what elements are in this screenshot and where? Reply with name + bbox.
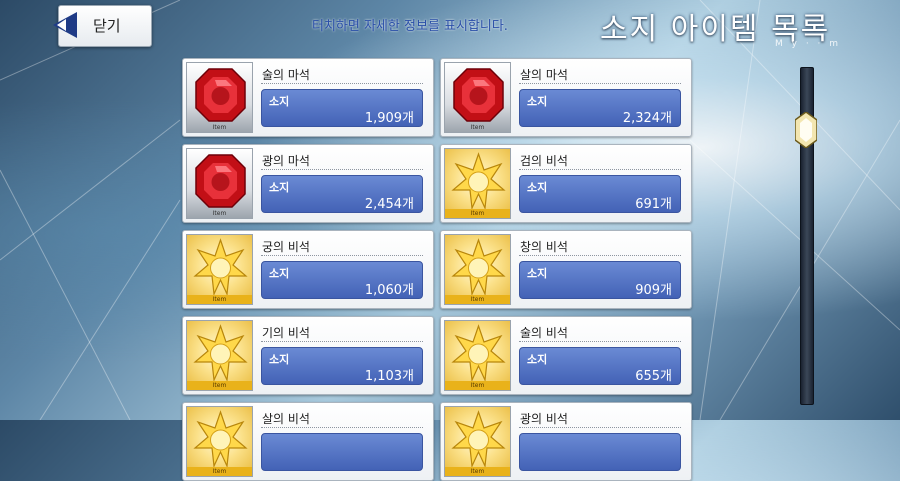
owned-label: 소지 [269, 181, 290, 194]
divider [261, 255, 423, 256]
item-grid: Item 술의 마석소지 1,909개 Item 살의 마석소지 2,324개 Item 광의… [182, 58, 692, 481]
item-card[interactable]: Item 검의 비석소지 691개 [440, 144, 692, 223]
owned-label: 소지 [527, 267, 548, 280]
thumbnail-caption: Item [212, 124, 227, 131]
divider [261, 427, 423, 428]
item-thumbnail: Item [186, 62, 253, 133]
thumbnail-caption: Item [212, 210, 227, 217]
divider [519, 255, 681, 256]
owned-count: 691개 [635, 197, 672, 212]
owned-panel: 소지 655개 [519, 347, 681, 385]
tap-hint: 터치하면 자세한 정보를 표시합니다. [312, 19, 508, 34]
item-thumbnail: Item [186, 234, 253, 305]
item-card[interactable]: Item 술의 비석소지 655개 [440, 316, 692, 395]
item-thumbnail: Item [186, 320, 253, 391]
item-card[interactable]: Item 광의 마석소지 2,454개 [182, 144, 434, 223]
close-button[interactable]: 닫기 [53, 5, 152, 47]
divider [261, 169, 423, 170]
item-thumbnail: Item [186, 148, 253, 219]
thumbnail-caption: Item [445, 209, 510, 218]
owned-count: 1,103개 [364, 369, 414, 384]
item-name: 술의 마석 [262, 68, 310, 82]
item-card[interactable]: Item 광의 비석 [440, 402, 692, 481]
item-card[interactable]: Item 살의 마석소지 2,324개 [440, 58, 692, 137]
owned-label: 소지 [269, 353, 290, 366]
owned-count: 1,909개 [364, 111, 414, 126]
thumbnail-caption: Item [187, 381, 252, 390]
thumbnail-caption: Item [187, 295, 252, 304]
owned-label: 소지 [269, 95, 290, 108]
thumbnail-caption: Item [445, 381, 510, 390]
owned-label: 소지 [527, 95, 548, 108]
owned-panel: 소지 1,103개 [261, 347, 423, 385]
owned-panel: 소지 2,454개 [261, 175, 423, 213]
owned-label: 소지 [269, 267, 290, 280]
item-name: 검의 비석 [520, 154, 568, 168]
owned-count: 1,060개 [364, 283, 414, 298]
back-chevron-icon [53, 12, 77, 38]
item-name: 창의 비석 [520, 240, 568, 254]
item-thumbnail: Item [186, 406, 253, 477]
close-button-label: 닫기 [93, 17, 121, 35]
item-card[interactable]: Item 궁의 비석소지 1,060개 [182, 230, 434, 309]
item-name: 궁의 비석 [262, 240, 310, 254]
thumbnail-caption: Item [187, 467, 252, 476]
divider [261, 341, 423, 342]
divider [519, 341, 681, 342]
item-card[interactable]: Item 창의 비석소지 909개 [440, 230, 692, 309]
item-card[interactable]: Item 술의 마석소지 1,909개 [182, 58, 434, 137]
owned-panel: 소지 691개 [519, 175, 681, 213]
page-subcaption: M y · · m [775, 39, 842, 49]
item-name: 술의 비석 [520, 326, 568, 340]
item-name: 광의 마석 [262, 154, 310, 168]
owned-count: 2,454개 [364, 197, 414, 212]
owned-count: 2,324개 [622, 111, 672, 126]
item-card[interactable]: Item 기의 비석소지 1,103개 [182, 316, 434, 395]
divider [261, 83, 423, 84]
item-thumbnail: Item [444, 406, 511, 477]
owned-panel: 소지 909개 [519, 261, 681, 299]
owned-label: 소지 [527, 353, 548, 366]
item-thumbnail: Item [444, 234, 511, 305]
item-name: 살의 비석 [262, 412, 310, 426]
item-thumbnail: Item [444, 148, 511, 219]
owned-count: 655개 [635, 369, 672, 384]
divider [519, 427, 681, 428]
thumbnail-caption: Item [445, 295, 510, 304]
owned-label: 소지 [527, 181, 548, 194]
item-card[interactable]: Item 살의 비석 [182, 402, 434, 481]
owned-panel: 소지 1,060개 [261, 261, 423, 299]
item-name: 광의 비석 [520, 412, 568, 426]
owned-panel: 소지 1,909개 [261, 89, 423, 127]
item-name: 살의 마석 [520, 68, 568, 82]
scrollbar-thumb[interactable] [795, 112, 817, 149]
divider [519, 83, 681, 84]
owned-panel [519, 433, 681, 471]
thumbnail-caption: Item [445, 467, 510, 476]
item-name: 기의 비석 [262, 326, 310, 340]
item-thumbnail: Item [444, 62, 511, 133]
thumbnail-caption: Item [470, 124, 485, 131]
divider [519, 169, 681, 170]
item-thumbnail: Item [444, 320, 511, 391]
owned-panel [261, 433, 423, 471]
owned-count: 909개 [635, 283, 672, 298]
owned-panel: 소지 2,324개 [519, 89, 681, 127]
